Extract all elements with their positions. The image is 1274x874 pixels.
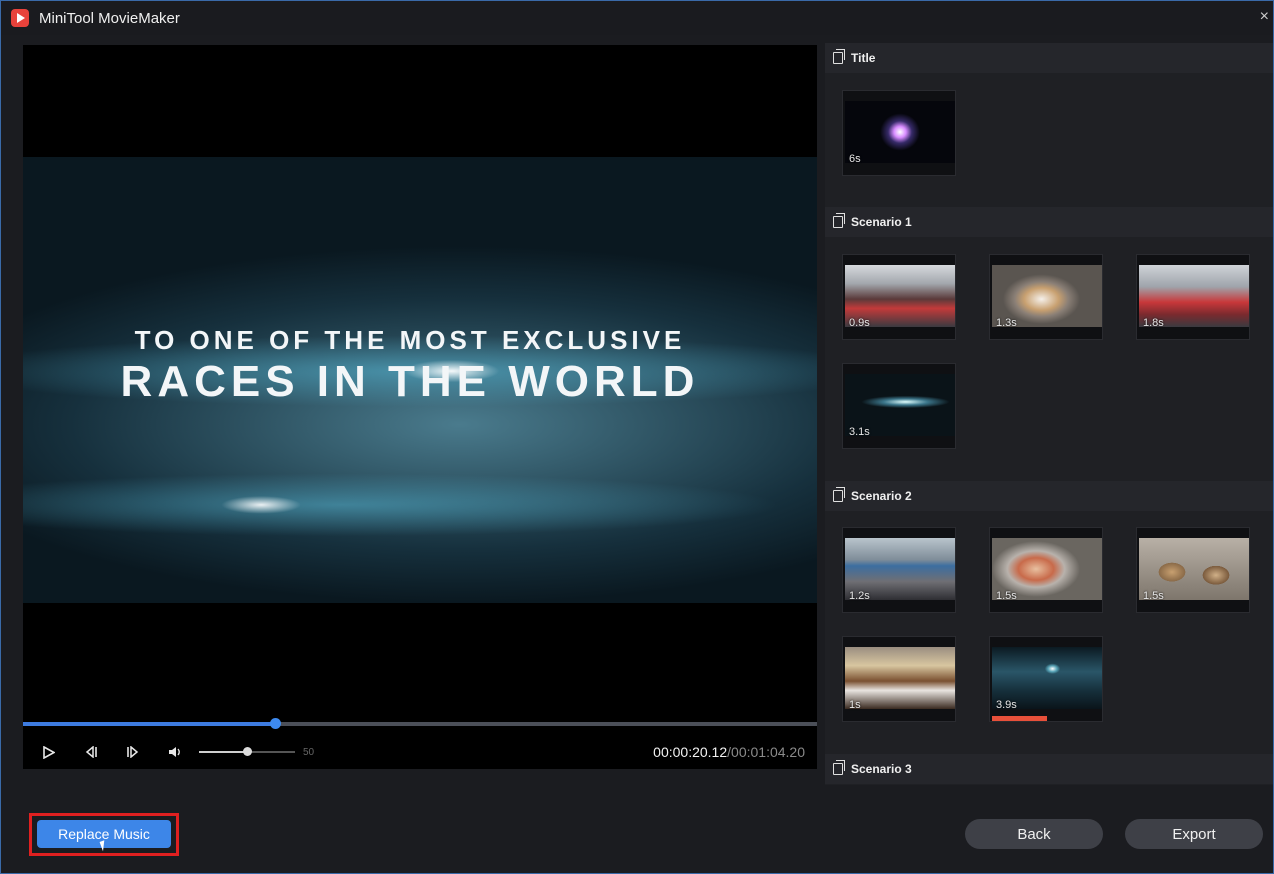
volume-icon[interactable] bbox=[165, 742, 185, 762]
video-caption-line1: TO ONE OF THE MOST EXCLUSIVE bbox=[134, 325, 686, 355]
progress-fill bbox=[23, 722, 276, 726]
clip-thumbnail[interactable]: 1.2s bbox=[842, 527, 956, 613]
volume-handle[interactable] bbox=[243, 747, 252, 756]
clip-duration: 1.3s bbox=[996, 317, 1017, 329]
section-header-scenario-1: Scenario 1 bbox=[825, 207, 1273, 237]
clip-image bbox=[845, 647, 955, 709]
next-frame-icon[interactable] bbox=[123, 742, 143, 762]
clip-thumbnail[interactable]: 1.5s bbox=[1136, 527, 1250, 613]
clip-duration: 1s bbox=[849, 699, 861, 711]
clip-duration: 0.9s bbox=[849, 317, 870, 329]
app-window: MiniTool MovieMaker × TO ONE OF THE MOST… bbox=[0, 0, 1274, 874]
time-readout: 00:00:20.12/00:01:04.20 bbox=[653, 744, 805, 760]
clip-thumbnail[interactable]: 1s bbox=[842, 636, 956, 722]
section-title: Title bbox=[851, 51, 876, 65]
clip-duration: 1.2s bbox=[849, 590, 870, 602]
clip-thumbnail[interactable]: 0.9s bbox=[842, 254, 956, 340]
export-button[interactable]: Export bbox=[1125, 819, 1263, 849]
title-bar: MiniTool MovieMaker × bbox=[1, 1, 1273, 35]
progress-handle[interactable] bbox=[270, 718, 282, 729]
video-preview[interactable]: TO ONE OF THE MOST EXCLUSIVE RACES IN TH… bbox=[23, 157, 817, 603]
clip-image bbox=[845, 101, 955, 163]
clip-section-icon bbox=[833, 213, 845, 228]
back-button[interactable]: Back bbox=[965, 819, 1103, 849]
clip-section-icon bbox=[833, 487, 845, 502]
app-logo-icon bbox=[11, 9, 29, 27]
current-time: 00:00:20.12 bbox=[653, 744, 728, 760]
playback-progress-bar[interactable] bbox=[23, 718, 817, 729]
section-header-scenario-3: Scenario 3 bbox=[825, 754, 1273, 784]
clip-duration: 6s bbox=[849, 153, 861, 165]
video-caption-line2: RACES IN THE WORLD bbox=[120, 357, 700, 406]
close-icon[interactable]: × bbox=[1260, 8, 1269, 26]
section-header-scenario-2: Scenario 2 bbox=[825, 481, 1273, 511]
volume-fill bbox=[199, 751, 247, 753]
clip-thumbnail[interactable]: 6s bbox=[842, 90, 956, 176]
volume-slider[interactable] bbox=[199, 747, 295, 756]
clip-section-icon bbox=[833, 760, 845, 775]
template-clip-panel[interactable]: Title 6s Scenario 1 0.9s 1.3s 1.8s 3.1s bbox=[825, 43, 1273, 785]
clip-thumbnail[interactable]: 3.1s bbox=[842, 363, 956, 449]
clip-duration: 1.8s bbox=[1143, 317, 1164, 329]
clip-thumbnail[interactable]: 1.3s bbox=[989, 254, 1103, 340]
clip-duration: 3.1s bbox=[849, 426, 870, 438]
clip-thumbnail[interactable]: 1.8s bbox=[1136, 254, 1250, 340]
video-player: TO ONE OF THE MOST EXCLUSIVE RACES IN TH… bbox=[23, 45, 817, 769]
clip-section-icon bbox=[833, 49, 845, 64]
prev-frame-icon[interactable] bbox=[81, 742, 101, 762]
section-header-title: Title bbox=[825, 43, 1273, 73]
total-time: /00:01:04.20 bbox=[727, 744, 805, 760]
volume-value: 50 bbox=[303, 746, 315, 758]
playback-controls: 50 00:00:20.12/00:01:04.20 bbox=[23, 735, 817, 769]
play-icon[interactable] bbox=[39, 742, 59, 762]
clip-thumbnail-active[interactable]: 3.9s bbox=[989, 636, 1103, 722]
section-title: Scenario 3 bbox=[851, 762, 912, 776]
playing-indicator-bar bbox=[992, 716, 1047, 721]
section-title: Scenario 2 bbox=[851, 489, 912, 503]
clip-duration: 1.5s bbox=[1143, 590, 1164, 602]
clip-duration: 1.5s bbox=[996, 590, 1017, 602]
clip-duration: 3.9s bbox=[996, 699, 1017, 711]
app-title: MiniTool MovieMaker bbox=[39, 9, 180, 27]
clip-thumbnail[interactable]: 1.5s bbox=[989, 527, 1103, 613]
section-title: Scenario 1 bbox=[851, 215, 912, 229]
